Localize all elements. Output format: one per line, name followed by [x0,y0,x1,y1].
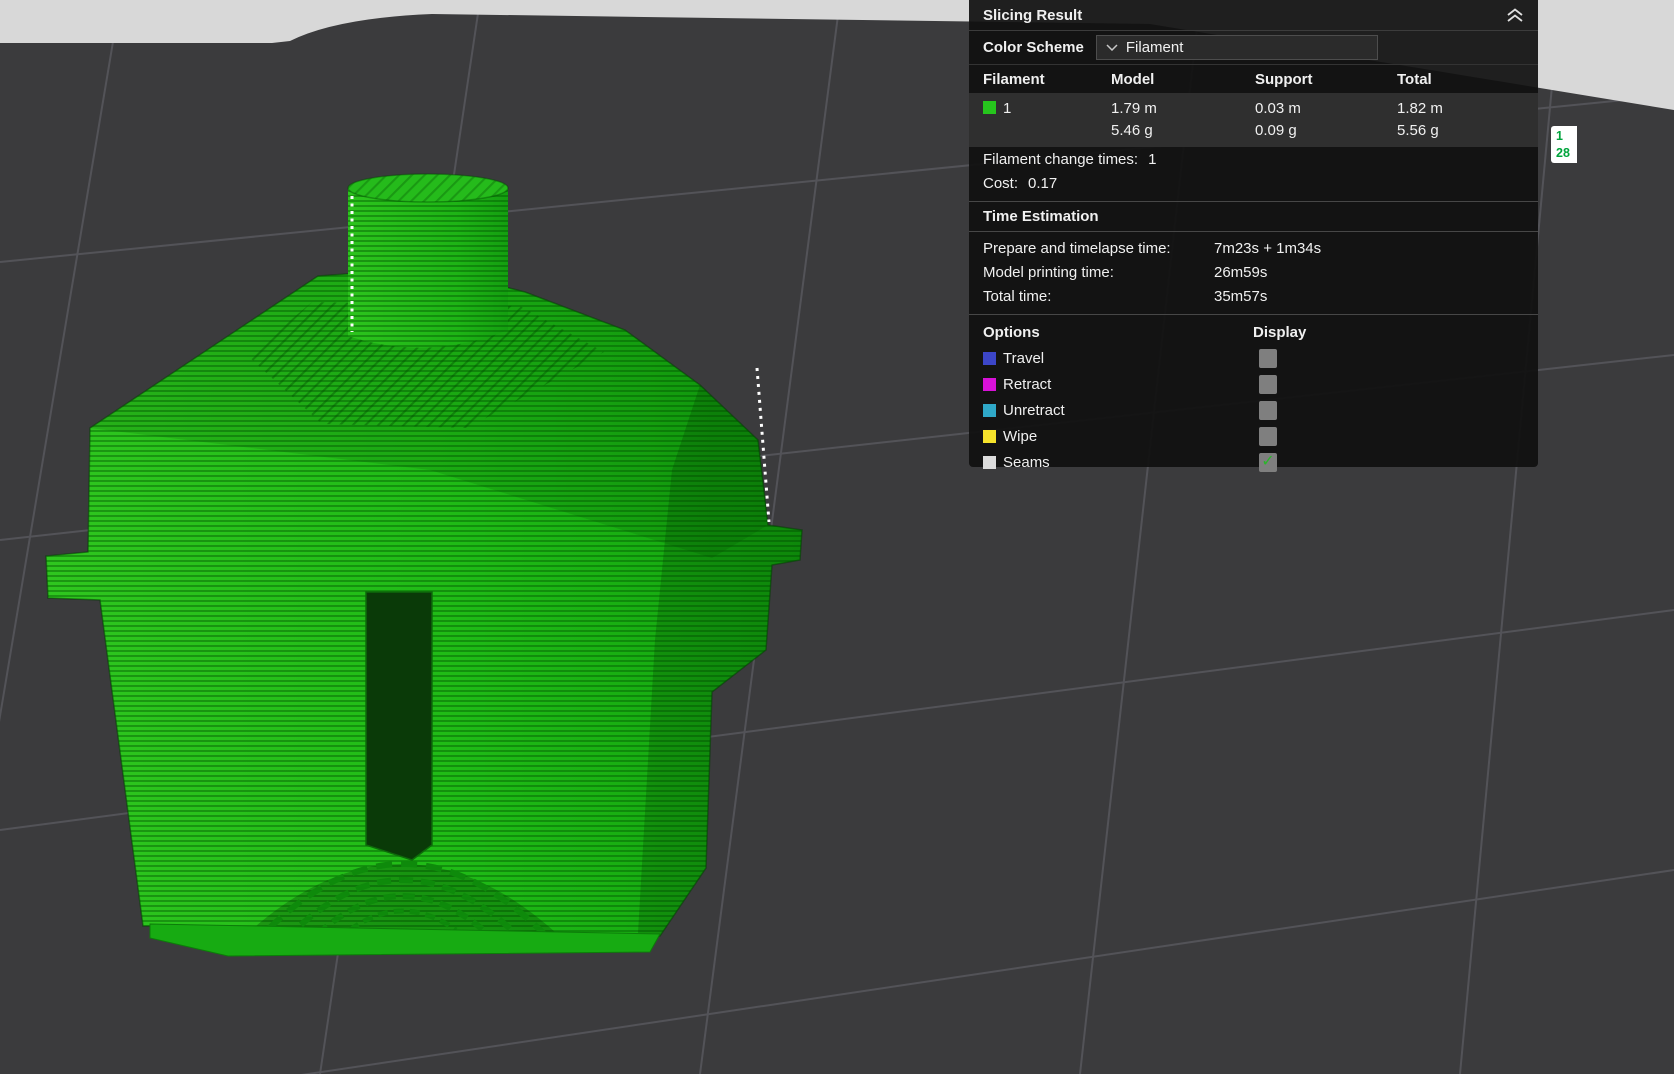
collapse-panel-button[interactable] [1506,8,1524,22]
model-weight: 5.46 g [1111,122,1153,139]
cost-label: Cost: [983,174,1019,192]
total-weight: 5.56 g [1397,122,1439,139]
panel-title: Slicing Result [983,6,1083,24]
color-scheme-dropdown[interactable]: Filament [1095,35,1378,60]
retract-color-swatch [983,377,996,391]
model-door [365,591,433,861]
display-checkbox-unretract[interactable]: ✓ [1259,400,1277,420]
support-length: 0.03 m [1255,100,1301,117]
option-row-retract: Retract ✓ [969,371,1538,397]
display-checkbox-seams[interactable]: ✓ [1259,452,1277,472]
divider [969,201,1538,202]
model-chimney [347,173,509,348]
filament-color-swatch [983,101,996,114]
time-estimation-title: Time Estimation [983,208,1099,225]
display-checkbox-retract[interactable]: ✓ [1259,374,1277,394]
divider [969,314,1538,315]
color-scheme-label: Color Scheme [983,39,1084,56]
time-row: Total time: 35m57s [983,287,1268,305]
display-checkbox-wipe[interactable]: ✓ [1259,426,1277,446]
wipe-label: Wipe [1003,427,1038,445]
option-row-seams: Seams ✓ [969,449,1538,475]
display-checkbox-travel[interactable]: ✓ [1259,348,1277,368]
time-row: Prepare and timelapse time: 7m23s + 1m34… [983,239,1322,257]
check-icon: ✓ [1261,453,1275,470]
chevrons-up-icon [1507,8,1523,22]
option-row-unretract: Unretract ✓ [969,397,1538,423]
layer-top-value: 1 [1556,129,1563,143]
seams-color-swatch [983,455,996,469]
chevron-down-icon [1106,44,1118,51]
color-scheme-value: Filament [1125,39,1184,56]
retract-label: Retract [1003,375,1052,393]
filament-change-value: 1 [1148,150,1157,168]
time-row: Model printing time: 26m59s [983,263,1268,281]
support-weight: 0.09 g [1255,122,1297,139]
divider [969,231,1538,232]
cost-value: 0.17 [1028,174,1058,192]
slicing-result-panel: Slicing Result Color Scheme Filament Fil… [969,0,1538,472]
layer-range-badge[interactable]: 1 28 [1551,126,1577,163]
option-row-wipe: Wipe ✓ [969,423,1538,449]
options-title: Options [983,323,1040,341]
model-length: 1.79 m [1111,100,1157,117]
filament-change-label: Filament change times: [983,150,1139,168]
layer-bottom-value: 28 [1556,146,1570,160]
unretract-label: Unretract [1003,401,1065,419]
seams-label: Seams [1003,453,1050,471]
travel-label: Travel [1003,349,1045,367]
travel-color-swatch [983,351,996,365]
total-length: 1.82 m [1397,100,1443,117]
option-row-travel: Travel ✓ [969,345,1538,371]
unretract-color-swatch [983,403,996,417]
filament-id: 1 [1003,100,1012,117]
filament-table-row: 1 1.79 m 5.46 g 0.03 m 0.09 g 1.82 m 5.5… [969,93,1538,147]
wipe-color-swatch [983,429,996,443]
display-title: Display [1253,323,1307,341]
filament-table-header: Filament Model Support Total [983,70,1432,88]
